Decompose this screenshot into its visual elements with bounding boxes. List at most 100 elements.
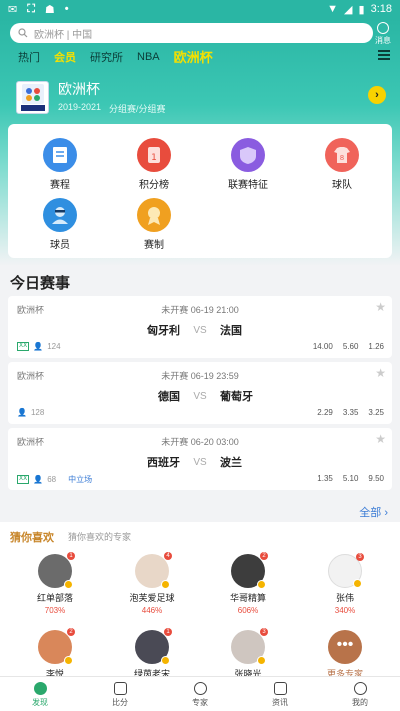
expert-card[interactable]: 4 泡芙爱足球 446% xyxy=(117,552,187,615)
feature-league-traits[interactable]: 联赛特征 xyxy=(213,138,283,191)
schedule-icon xyxy=(43,138,77,172)
nav-label: 专家 xyxy=(192,698,208,707)
android-icon: ☗ xyxy=(44,3,55,16)
euro-trophy-icon xyxy=(20,83,45,111)
nav-me[interactable]: 我的 xyxy=(320,677,400,711)
tab-hot[interactable]: 热门 xyxy=(18,49,40,65)
today-title: 今日赛事 xyxy=(10,275,71,292)
match-foot: 👤 128 xyxy=(17,408,44,417)
feature-label: 赛程 xyxy=(50,180,70,191)
nav-news[interactable]: 资讯 xyxy=(240,677,320,711)
all-label: 全部 xyxy=(359,507,382,519)
search-icon xyxy=(18,28,28,38)
expert-card[interactable]: 1 红单部落 703% xyxy=(20,552,90,615)
match-card[interactable]: 欧洲杯 未开赛 06-19 23:59 ★ 德国 VS 葡萄牙 👤 128 2.… xyxy=(8,362,392,424)
feature-label: 球队 xyxy=(332,180,352,191)
match-card[interactable]: 欧洲杯 未开赛 06-20 03:00 ★ 西班牙 VS 波兰 ⅩⅩ 👤 68 … xyxy=(8,428,392,490)
status-text: 未开赛 xyxy=(161,437,189,447)
odds-home: 2.29 xyxy=(317,408,333,417)
nav-label: 比分 xyxy=(112,698,128,707)
tag-icon: ⅩⅩ xyxy=(17,342,30,351)
message-button[interactable]: 消息 xyxy=(372,20,394,48)
nav-discover[interactable]: 发现 xyxy=(0,677,80,711)
search-placeholder: 欧洲杯 | 中国 xyxy=(34,29,93,41)
chevron-right-icon: › xyxy=(384,507,388,519)
expert-card[interactable]: 2 华哥精算 606% xyxy=(213,552,283,615)
vs-label: VS xyxy=(193,324,207,336)
verified-icon xyxy=(257,580,266,589)
status-right: ▼ ◢ ▮ 3:18 xyxy=(327,3,392,16)
star-icon[interactable]: ★ xyxy=(375,366,386,380)
feature-label: 联赛特征 xyxy=(228,180,268,191)
all-matches-link[interactable]: 全部 › xyxy=(359,504,388,520)
match-time: 06-20 03:00 xyxy=(190,437,239,447)
match-status: 未开赛 06-19 23:59 xyxy=(8,369,392,382)
star-icon[interactable]: ★ xyxy=(375,432,386,446)
expert-card[interactable]: 3 张伟 340% xyxy=(310,553,380,615)
tag-icon: ⅩⅩ xyxy=(17,475,30,484)
away-team: 法国 xyxy=(220,325,242,337)
message-icon xyxy=(377,22,389,34)
expert-name: 张伟 xyxy=(335,593,354,603)
avatar: 2 xyxy=(231,552,268,589)
battery-icon: ▮ xyxy=(358,3,365,16)
tab-research[interactable]: 研究所 xyxy=(90,49,123,65)
away-team: 葡萄牙 xyxy=(220,391,253,403)
search-bar[interactable]: 欧洲杯 | 中国 xyxy=(10,23,373,43)
odds-draw: 3.35 xyxy=(342,408,359,417)
league-arrow-button[interactable]: › xyxy=(368,86,386,104)
avatar: 2 xyxy=(38,628,75,665)
player-icon xyxy=(43,198,77,232)
guess-subtitle: 猜你喜欢的专家 xyxy=(68,532,132,542)
feature-grid: 赛程 1 积分榜 联赛特征 8 球队 球员 赛制 xyxy=(8,124,392,258)
avatar: 4 xyxy=(135,552,172,589)
tab-vip[interactable]: 会员 xyxy=(54,49,76,65)
tab-nba[interactable]: NBA xyxy=(137,51,160,63)
league-stage: 分组赛/分组赛 xyxy=(109,104,166,114)
news-icon xyxy=(273,682,287,695)
match-count: 124 xyxy=(47,342,61,351)
expert-rate: 446% xyxy=(141,606,163,615)
jersey-icon: 8 xyxy=(325,138,359,172)
feature-schedule[interactable]: 赛程 xyxy=(25,138,95,191)
rank-badge: 2 xyxy=(67,628,75,636)
avatar: 1 xyxy=(38,552,75,589)
menu-icon[interactable] xyxy=(378,50,390,60)
nav-label: 资讯 xyxy=(272,698,288,707)
expert-card[interactable]: 1 绿茵老宋 xyxy=(117,628,187,680)
match-count: 128 xyxy=(30,408,45,417)
match-foot: ⅩⅩ 👤 68 中立场 xyxy=(17,474,92,485)
feature-format[interactable]: 赛制 xyxy=(119,198,189,251)
feature-players[interactable]: 球员 xyxy=(25,198,95,251)
wifi-icon: ▼ xyxy=(327,3,339,15)
user-icon: 👤 xyxy=(33,475,44,484)
feature-standings[interactable]: 1 积分榜 xyxy=(119,138,189,191)
verified-icon xyxy=(257,656,266,665)
more-experts-button[interactable]: ••• 更多专家 xyxy=(310,630,380,680)
nav-experts[interactable]: 专家 xyxy=(160,677,240,711)
star-icon[interactable]: ★ xyxy=(375,300,386,314)
verified-icon xyxy=(64,580,73,589)
expert-rate: 606% xyxy=(237,606,259,615)
rank-badge: 2 xyxy=(260,552,268,560)
odds-away: 3.25 xyxy=(368,408,384,417)
guess-title: 猜你喜欢 xyxy=(10,532,54,544)
verified-icon xyxy=(64,656,73,665)
match-status: 未开赛 06-20 03:00 xyxy=(8,435,392,448)
match-card[interactable]: 欧洲杯 未开赛 06-19 21:00 ★ 匈牙利 VS 法国 ⅩⅩ 👤 124… xyxy=(8,296,392,358)
tab-euro[interactable]: 欧洲杯 xyxy=(174,47,213,66)
nav-scores[interactable]: 比分 xyxy=(80,677,160,711)
odds-away: 9.50 xyxy=(368,474,384,483)
user-icon: 👤 xyxy=(17,408,27,417)
medal-icon xyxy=(137,198,171,232)
avatar: 1 xyxy=(135,628,172,665)
expert-name: 泡芙爱足球 xyxy=(129,593,175,603)
app-icon: ⛶ xyxy=(27,2,35,15)
match-time: 06-19 21:00 xyxy=(190,305,239,315)
league-banner: 欧洲杯 2019-2021 分组赛/分组赛 › xyxy=(16,80,386,114)
status-left: ✉ ⛶ ☗ • xyxy=(8,3,69,16)
expert-card[interactable]: 2 李悦 xyxy=(20,628,90,680)
feature-teams[interactable]: 8 球队 xyxy=(307,138,377,191)
vs-label: VS xyxy=(193,390,207,402)
expert-card[interactable]: 3 张晓光 xyxy=(213,628,283,680)
